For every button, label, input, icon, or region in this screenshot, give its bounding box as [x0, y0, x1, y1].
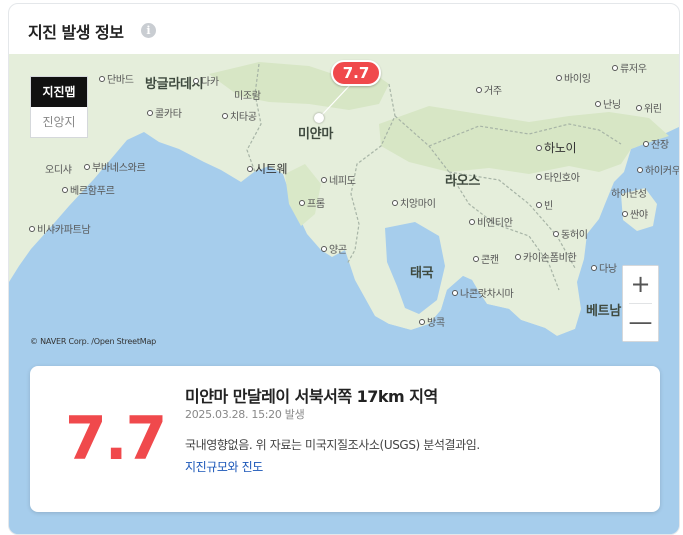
- map-label: 동허이: [553, 226, 588, 241]
- map-label: 위린: [636, 100, 662, 115]
- map-copyright: © NAVER Corp. /Open StreetMap: [30, 337, 157, 346]
- map-label: 베트남: [586, 304, 621, 319]
- map-label: 하이커우: [637, 162, 679, 177]
- zoom-out-button[interactable]: —: [623, 304, 658, 341]
- card-title: 지진 발생 정보: [28, 23, 124, 42]
- map-label: 하이난성: [611, 189, 647, 200]
- map-label: 콜카타: [147, 105, 182, 120]
- map-label: 라오스: [445, 174, 480, 189]
- earthquake-description: 국내영향없음. 위 자료는 미국지질조사소(USGS) 분석결과임.: [185, 438, 480, 452]
- map-label: 하노이: [536, 139, 577, 156]
- magnitude-intensity-link[interactable]: 지진규모와 진도: [185, 458, 263, 475]
- zoom-control: + —: [622, 265, 659, 342]
- magnitude-badge[interactable]: 7.7: [331, 60, 381, 86]
- map-label: 미조람: [234, 91, 261, 102]
- map-label: 빈: [536, 197, 553, 212]
- map-label: 단바드: [99, 71, 134, 86]
- map-label: 시트웨: [247, 160, 288, 177]
- map-label: 난닝: [595, 96, 621, 111]
- map-label: 바이잉: [556, 70, 591, 85]
- map-label: 타인호아: [536, 169, 580, 184]
- map-mode-toggle: 지진맵 진앙지: [30, 76, 88, 138]
- map-label: 부바네스와르: [84, 159, 146, 174]
- map-label: 나콘랏차시마: [452, 285, 514, 300]
- map-label: 미얀마: [298, 127, 333, 142]
- map-label: 비엔티안: [469, 214, 513, 229]
- map-label: 비샤카파트남: [29, 221, 91, 236]
- tab-earthquake-map[interactable]: 지진맵: [31, 77, 87, 107]
- map-label: 프롬: [299, 195, 325, 210]
- card-header: 지진 발생 정보 i: [9, 4, 679, 54]
- earthquake-location: 미얀마 만달레이 서북서쪽 17km 지역: [185, 387, 438, 406]
- map-label: 베르함푸르: [62, 182, 115, 197]
- map-label: 방콕: [419, 314, 445, 329]
- map-label: 싼야: [622, 206, 648, 221]
- magnitude-value: 7.7: [65, 404, 167, 474]
- map-label: 잔장: [643, 136, 669, 151]
- map-label: 카이손폼비한: [515, 249, 577, 264]
- earthquake-map[interactable]: 단바드 방글라데시 다카 미조람 콜카타 치타공 미얀마 부바네스와르 시트웨 …: [9, 54, 679, 534]
- info-icon[interactable]: i: [141, 23, 156, 38]
- map-label: 양곤: [321, 241, 347, 256]
- tab-epicenter[interactable]: 진앙지: [31, 107, 87, 137]
- map-label: 태국: [410, 266, 434, 281]
- earthquake-time: 2025.03.28. 15:20 발생: [185, 408, 305, 421]
- earthquake-detail-panel: 7.7 미얀마 만달레이 서북서쪽 17km 지역 2025.03.28. 15…: [30, 366, 660, 512]
- map-label: 거주: [476, 82, 502, 97]
- map-label: 다낭: [591, 260, 617, 275]
- earthquake-card: 지진 발생 정보 i 단바드 방글라데시 다카 미조람 콜카타 치타공 미얀마 …: [8, 3, 680, 535]
- map-label: 치앙마이: [392, 195, 436, 210]
- epicenter-marker[interactable]: [314, 113, 324, 123]
- map-label: 류저우: [612, 60, 647, 75]
- map-label: 다카: [193, 73, 219, 88]
- map-label: 오디샤: [45, 165, 72, 176]
- map-label: 치타공: [222, 108, 257, 123]
- map-label: 네피도: [321, 172, 356, 187]
- zoom-in-button[interactable]: +: [623, 266, 658, 303]
- map-label: 콘캔: [473, 251, 499, 266]
